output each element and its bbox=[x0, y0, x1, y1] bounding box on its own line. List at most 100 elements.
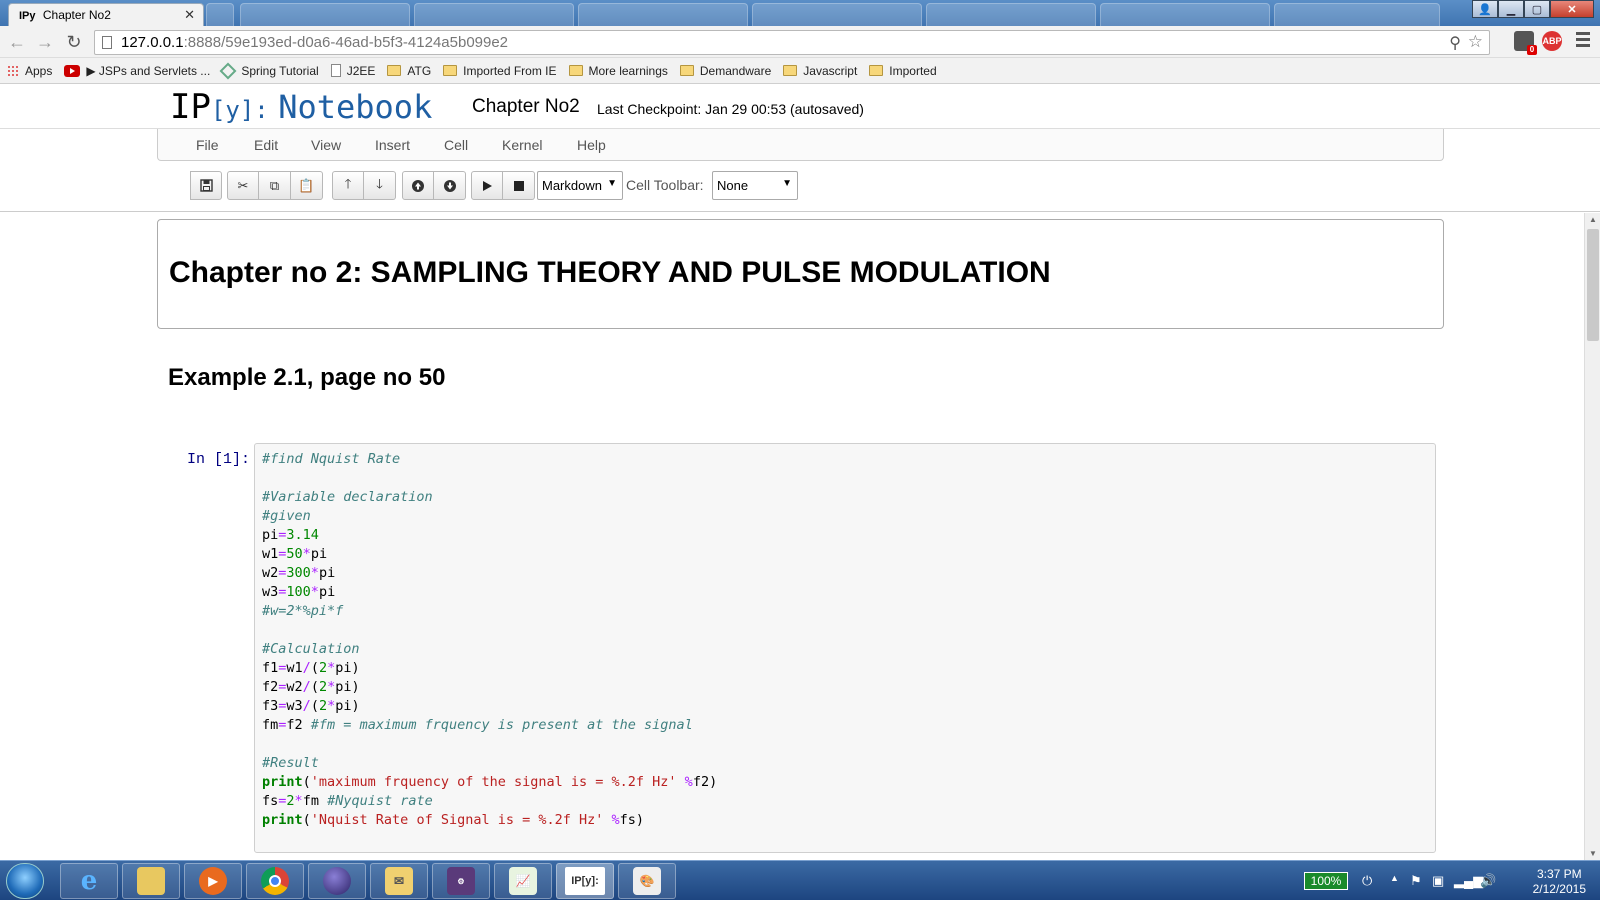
close-tab-icon[interactable]: ✕ bbox=[184, 7, 195, 23]
scroll-down-arrow-icon[interactable]: ▼ bbox=[1589, 849, 1597, 858]
media-player-icon: ▶ bbox=[199, 867, 227, 895]
taskbar-spreadsheet[interactable]: 📈 bbox=[494, 863, 552, 899]
network-signal-icon[interactable]: ▂▄▆ bbox=[1454, 873, 1483, 889]
interrupt-kernel-icon[interactable] bbox=[503, 171, 535, 200]
notebook-menubar: File Edit View Insert Cell Kernel Help bbox=[157, 129, 1444, 161]
tab-background-4[interactable] bbox=[752, 3, 922, 26]
tab-background-3[interactable] bbox=[578, 3, 748, 26]
menu-edit[interactable]: Edit bbox=[254, 137, 278, 153]
taskbar-internet-explorer[interactable]: e bbox=[60, 863, 118, 899]
taskbar-ipython[interactable]: IP[y]: bbox=[556, 863, 614, 899]
system-clock[interactable]: 3:37 PM 2/12/2015 bbox=[1533, 867, 1586, 897]
tab-background-1[interactable] bbox=[240, 3, 410, 26]
ipython-app-icon: IP[y]: bbox=[565, 867, 605, 895]
hamburger-menu-icon[interactable] bbox=[1576, 32, 1590, 50]
taskbar-paint[interactable]: 🎨 bbox=[618, 863, 676, 899]
maximize-button[interactable]: ▢ bbox=[1524, 0, 1550, 18]
bookmark-j2ee[interactable]: J2EE bbox=[330, 64, 375, 78]
menu-cell[interactable]: Cell bbox=[444, 137, 468, 153]
taskbar-file-explorer[interactable] bbox=[122, 863, 180, 899]
chart-app-icon: 📈 bbox=[509, 867, 537, 895]
move-up-icon[interactable]: 🡑 bbox=[332, 171, 364, 200]
tab-background-7[interactable] bbox=[1274, 3, 1440, 26]
battery-indicator[interactable]: 100% bbox=[1304, 872, 1348, 890]
bookmark-imported-from-ie[interactable]: Imported From IE bbox=[443, 64, 557, 78]
extension-icon[interactable]: 0 bbox=[1514, 31, 1537, 55]
zoom-icon[interactable]: ⚲ bbox=[1449, 33, 1461, 53]
back-arrow-icon[interactable]: ← bbox=[6, 31, 28, 53]
paste-icon[interactable]: 📋 bbox=[291, 171, 323, 200]
tab-background-2[interactable] bbox=[414, 3, 574, 26]
cut-icon[interactable]: ✂ bbox=[227, 171, 259, 200]
menu-file[interactable]: File bbox=[196, 137, 219, 153]
run-cell-icon[interactable] bbox=[471, 171, 503, 200]
copy-icon[interactable]: ⧉ bbox=[259, 171, 291, 200]
cell-toolbar-label: Cell Toolbar: bbox=[626, 177, 704, 193]
tab-chapter-no2[interactable]: IPy Chapter No2 ✕ bbox=[8, 3, 204, 26]
cell-toolbar-select[interactable]: None ▼ bbox=[712, 171, 798, 200]
save-icon[interactable] bbox=[190, 171, 222, 200]
menu-view[interactable]: View bbox=[311, 137, 341, 153]
bookmark-demandware[interactable]: Demandware bbox=[679, 64, 771, 78]
close-window-button[interactable]: ✕ bbox=[1550, 0, 1594, 18]
menu-help[interactable]: Help bbox=[577, 137, 606, 153]
bookmark-more-learnings[interactable]: More learnings bbox=[568, 64, 668, 78]
start-button[interactable] bbox=[6, 863, 44, 899]
code-editor[interactable]: #find Nquist Rate #Variable declaration … bbox=[262, 450, 717, 830]
markdown-cell-selected[interactable]: Chapter no 2: SAMPLING THEORY AND PULSE … bbox=[157, 219, 1444, 329]
browser-titlebar: IPy Chapter No2 ✕ 👤 ▁ ▢ ✕ bbox=[0, 0, 1600, 26]
code-cell-input[interactable]: #find Nquist Rate #Variable declaration … bbox=[254, 443, 1436, 853]
notebook-container[interactable]: Chapter no 2: SAMPLING THEORY AND PULSE … bbox=[0, 213, 1584, 860]
window-controls: 👤 ▁ ▢ ✕ bbox=[1472, 0, 1594, 18]
forward-arrow-icon[interactable]: → bbox=[34, 31, 56, 53]
dropdown-arrow-icon: ▼ bbox=[782, 178, 792, 189]
device-icon[interactable]: ▣ bbox=[1432, 873, 1444, 889]
clock-time: 3:37 PM bbox=[1536, 867, 1582, 881]
new-tab-button[interactable] bbox=[206, 3, 234, 26]
taskbar-chrome[interactable] bbox=[246, 863, 304, 899]
insert-above-icon[interactable] bbox=[402, 171, 434, 200]
reload-icon[interactable]: ↻ bbox=[63, 31, 85, 53]
minimize-button[interactable]: ▁ bbox=[1498, 0, 1524, 18]
scrollbar-thumb[interactable] bbox=[1587, 229, 1599, 341]
show-hidden-icons-icon[interactable]: ▲ bbox=[1390, 873, 1399, 883]
profile-icon[interactable]: 👤 bbox=[1472, 0, 1498, 18]
ipython-logo[interactable]: IP[y]: Notebook bbox=[170, 87, 432, 127]
bookmark-star-icon[interactable]: ☆ bbox=[1468, 32, 1483, 52]
bookmark-spring-tutorial[interactable]: Spring Tutorial bbox=[219, 62, 319, 79]
paint-icon: 🎨 bbox=[633, 867, 661, 895]
tab-background-6[interactable] bbox=[1100, 3, 1270, 26]
bookmark-imported[interactable]: Imported bbox=[869, 64, 937, 78]
power-plug-icon[interactable]: ⏻ bbox=[1362, 873, 1372, 889]
folder-icon bbox=[387, 65, 402, 76]
taskbar-outlook[interactable]: ✉ bbox=[370, 863, 428, 899]
system-tray: 100% ⏻ ▲ ⚑ ▣ ▂▄▆ 🔊 3:37 PM 2/12/2015 bbox=[1282, 861, 1600, 900]
notebook-name[interactable]: Chapter No2 bbox=[472, 96, 580, 118]
windows-taskbar: e ▶ ✉ ⚙ 📈 IP[y]: 🎨 100% ⏻ ▲ ⚑ ▣ ▂▄▆ 🔊 3:… bbox=[0, 860, 1600, 900]
cell-type-select[interactable]: Markdown ▼ bbox=[537, 171, 623, 200]
action-center-flag-icon[interactable]: ⚑ bbox=[1410, 873, 1422, 889]
address-bar[interactable]: 127.0.0.1:8888/59e193ed-d0a6-46ad-b5f3-4… bbox=[94, 30, 1490, 55]
bookmark-javascript[interactable]: Javascript bbox=[783, 64, 857, 78]
spring-icon bbox=[219, 62, 237, 79]
tab-background-5[interactable] bbox=[926, 3, 1096, 26]
page-icon bbox=[102, 36, 112, 49]
move-down-icon[interactable]: 🡓 bbox=[364, 171, 396, 200]
insert-below-icon[interactable] bbox=[434, 171, 466, 200]
taskbar-eclipse[interactable] bbox=[308, 863, 366, 899]
page-scrollbar[interactable]: ▲ ▼ bbox=[1584, 213, 1600, 860]
taskbar-java-ee-ide[interactable]: ⚙ bbox=[432, 863, 490, 899]
scroll-up-arrow-icon[interactable]: ▲ bbox=[1589, 215, 1597, 224]
volume-icon[interactable]: 🔊 bbox=[1480, 873, 1496, 889]
menu-kernel[interactable]: Kernel bbox=[502, 137, 542, 153]
folder-icon bbox=[783, 65, 798, 76]
taskbar-media-player[interactable]: ▶ bbox=[184, 863, 242, 899]
bookmark-jsps-servlets[interactable]: ▶ JSPs and Servlets ... bbox=[64, 64, 210, 78]
ipython-header: IP[y]: Notebook Chapter No2 Last Checkpo… bbox=[0, 84, 1600, 129]
example-heading[interactable]: Example 2.1, page no 50 bbox=[168, 364, 445, 392]
menu-insert[interactable]: Insert bbox=[375, 137, 410, 153]
adblock-icon[interactable]: ABP bbox=[1542, 31, 1562, 51]
apps-grid-icon bbox=[7, 64, 19, 77]
bookmark-atg[interactable]: ATG bbox=[387, 64, 431, 78]
bookmark-apps[interactable]: Apps bbox=[7, 64, 52, 78]
